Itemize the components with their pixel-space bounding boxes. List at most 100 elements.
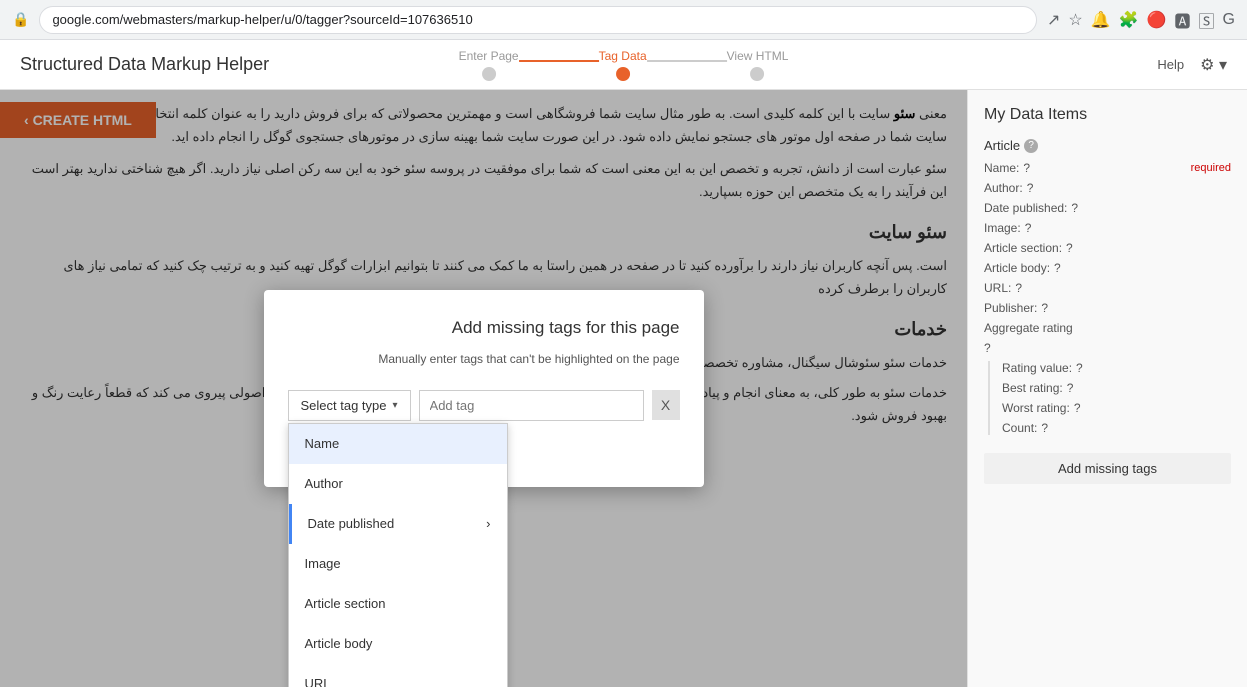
sidebar-title: My Data Items — [984, 106, 1231, 124]
modal-row: Select tag type ▾ Name Author — [288, 390, 680, 421]
field-article-body-label: Article body: — [984, 261, 1050, 275]
field-name: Name: ? required — [984, 161, 1231, 175]
field-worst-rating-help-icon[interactable]: ? — [1074, 401, 1081, 415]
header-right: Help ⚙ ▾ — [1157, 55, 1227, 75]
field-best-rating-help-icon[interactable]: ? — [1067, 381, 1074, 395]
field-date-published-help-icon[interactable]: ? — [1071, 201, 1078, 215]
field-name-help-icon[interactable]: ? — [1023, 161, 1030, 175]
main-layout: CREATE HTML › معنی سئو سایت با این کلمه … — [0, 90, 1247, 687]
step-dot-tag-data — [616, 67, 630, 81]
field-image-label: Image: — [984, 221, 1021, 235]
lock-icon: 🔒 — [12, 11, 29, 28]
article-help-icon[interactable]: ? — [1024, 139, 1038, 153]
help-link[interactable]: Help — [1157, 57, 1184, 72]
menu-item-url-label: URL — [305, 673, 331, 687]
field-aggregate-rating: Aggregate rating — [984, 321, 1231, 335]
sidebar: My Data Items Article ? Name: ? required… — [967, 90, 1247, 687]
dropdown-label: Select tag type — [301, 398, 387, 413]
field-url-help-icon[interactable]: ? — [1015, 281, 1022, 295]
step-line-1 — [519, 60, 599, 62]
menu-item-article-body[interactable]: Article body — [289, 624, 507, 664]
app-title: Structured Data Markup Helper — [20, 54, 269, 75]
add-tag-input[interactable] — [419, 390, 644, 421]
field-url: URL: ? — [984, 281, 1231, 295]
field-worst-rating: Worst rating: ? — [1002, 401, 1231, 415]
arrow-right-icon: › — [486, 513, 490, 535]
field-url-label: URL: — [984, 281, 1011, 295]
browser-icons: ↗ ☆ 🔔 🧩 🔴 🅰 🅂 G — [1047, 8, 1235, 32]
app-header: Structured Data Markup Helper Enter Page… — [0, 40, 1247, 90]
dropdown-menu: Name Author Date published › Image — [288, 423, 508, 687]
content-area: CREATE HTML › معنی سئو سایت با این کلمه … — [0, 90, 967, 687]
field-article-body-help-icon[interactable]: ? — [1054, 261, 1061, 275]
step-line-2 — [647, 60, 727, 62]
add-missing-tags-button[interactable]: Add missing tags — [984, 453, 1231, 484]
field-article-section-label: Article section: — [984, 241, 1062, 255]
modal-subtitle: Manually enter tags that can't be highli… — [288, 349, 680, 369]
field-date-published-label: Date published: — [984, 201, 1067, 215]
field-publisher-help-icon[interactable]: ? — [1041, 301, 1048, 315]
field-aggregate-rating-label: Aggregate rating — [984, 321, 1073, 335]
ext-icon3[interactable]: 🅰 — [1175, 8, 1191, 32]
field-author-label: Author: — [984, 181, 1023, 195]
dropdown-wrapper: Select tag type ▾ Name Author — [288, 390, 411, 421]
modal: Add missing tags for this page Manually … — [264, 290, 704, 486]
field-publisher: Publisher: ? — [984, 301, 1231, 315]
select-tag-type-button[interactable]: Select tag type ▾ — [288, 390, 411, 421]
bell-icon[interactable]: 🔔 — [1091, 10, 1111, 30]
ext-icon1[interactable]: 🧩 — [1119, 10, 1139, 30]
field-article-section: Article section: ? — [984, 241, 1231, 255]
share-icon[interactable]: ↗ — [1047, 10, 1060, 30]
menu-item-image[interactable]: Image — [289, 544, 507, 584]
menu-item-name-label: Name — [305, 433, 340, 455]
field-date-published: Date published: ? — [984, 201, 1231, 215]
menu-item-date-published[interactable]: Date published › — [289, 504, 507, 544]
step-tag-data: Tag Data — [599, 49, 647, 81]
step-enter-page: Enter Page — [459, 49, 519, 81]
article-text: Article — [984, 138, 1020, 153]
field-rating-value-help-icon[interactable]: ? — [1076, 361, 1083, 375]
url-text: google.com/webmasters/markup-helper/u/0/… — [52, 12, 472, 27]
field-article-section-help-icon[interactable]: ? — [1066, 241, 1073, 255]
step-view-html-label: View HTML — [727, 49, 789, 63]
close-tag-button[interactable]: X — [652, 390, 680, 420]
field-image: Image: ? — [984, 221, 1231, 235]
settings-icon[interactable]: ⚙ ▾ — [1200, 55, 1227, 75]
field-best-rating: Best rating: ? — [1002, 381, 1231, 395]
ext-icon4[interactable]: 🅂 — [1199, 8, 1215, 32]
field-rating-value-label: Rating value: — [1002, 361, 1072, 375]
field-name-label: Name: — [984, 161, 1019, 175]
star-icon[interactable]: ☆ — [1068, 10, 1082, 30]
field-worst-rating-label: Worst rating: — [1002, 401, 1070, 415]
stepper: Enter Page Tag Data View HTML — [459, 49, 789, 81]
ext-icon2[interactable]: 🔴 — [1147, 10, 1167, 30]
field-count-help-icon[interactable]: ? — [1041, 421, 1048, 435]
menu-item-url[interactable]: URL — [289, 664, 507, 687]
step-dot-enter-page — [482, 67, 496, 81]
menu-item-name[interactable]: Name — [289, 424, 507, 464]
field-author-help-icon[interactable]: ? — [1027, 181, 1034, 195]
required-badge: required — [1191, 162, 1231, 174]
browser-url-bar[interactable]: google.com/webmasters/markup-helper/u/0/… — [39, 6, 1037, 34]
menu-item-author[interactable]: Author — [289, 464, 507, 504]
field-best-rating-label: Best rating: — [1002, 381, 1063, 395]
field-rating-value: Rating value: ? — [1002, 361, 1231, 375]
field-article-body: Article body: ? — [984, 261, 1231, 275]
step-enter-page-label: Enter Page — [459, 49, 519, 63]
field-aggregate-rating-help-icon[interactable]: ? — [984, 341, 991, 355]
modal-overlay: Add missing tags for this page Manually … — [0, 90, 967, 687]
menu-item-article-section[interactable]: Article section — [289, 584, 507, 624]
field-count-label: Count: — [1002, 421, 1037, 435]
field-publisher-label: Publisher: — [984, 301, 1037, 315]
field-count: Count: ? — [1002, 421, 1231, 435]
menu-item-image-label: Image — [305, 553, 341, 575]
rating-subfields: Rating value: ? Best rating: ? Worst rat… — [988, 361, 1231, 435]
browser-bar: 🔒 google.com/webmasters/markup-helper/u/… — [0, 0, 1247, 40]
menu-item-article-body-label: Article body — [305, 633, 373, 655]
field-image-help-icon[interactable]: ? — [1025, 221, 1032, 235]
field-aggregate-rating-help: ? — [984, 341, 1231, 355]
menu-item-date-published-label: Date published — [308, 513, 395, 535]
profile-icon[interactable]: G — [1223, 11, 1235, 29]
field-author: Author: ? — [984, 181, 1231, 195]
step-dot-view-html — [751, 67, 765, 81]
